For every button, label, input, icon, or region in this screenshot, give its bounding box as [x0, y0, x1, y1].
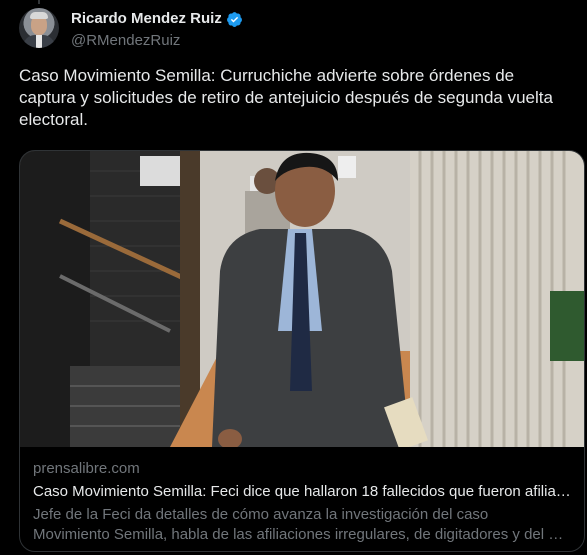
card-domain: prensalibre.com — [33, 460, 140, 477]
author-handle[interactable]: @RMendezRuiz — [71, 31, 243, 51]
tweet-header: Ricardo Mendez Ruiz @RMendezRuiz — [71, 9, 243, 51]
card-description: Jefe de la Feci da detalles de cómo avan… — [33, 505, 573, 545]
avatar-hair — [30, 12, 48, 19]
card-image[interactable] — [20, 151, 584, 447]
avatar-shirt — [36, 35, 42, 48]
link-preview-card[interactable]: prensalibre.com Caso Movimiento Semilla:… — [19, 150, 585, 552]
card-description-line: Jefe de la Feci da detalles de cómo avan… — [33, 506, 489, 523]
tweet-text: Caso Movimiento Semilla: Curruchiche adv… — [19, 66, 553, 129]
name-row: Ricardo Mendez Ruiz — [71, 9, 243, 29]
card-title[interactable]: Caso Movimiento Semilla: Feci dice que h… — [33, 482, 573, 502]
thread-connector-line — [38, 0, 40, 4]
verified-badge-icon — [226, 11, 242, 27]
avatar[interactable] — [19, 8, 59, 48]
card-meta: prensalibre.com Caso Movimiento Semilla:… — [33, 459, 573, 545]
card-description-line: Movimiento Semilla, habla de las afiliac… — [33, 526, 564, 543]
author-name[interactable]: Ricardo Mendez Ruiz — [71, 9, 222, 29]
